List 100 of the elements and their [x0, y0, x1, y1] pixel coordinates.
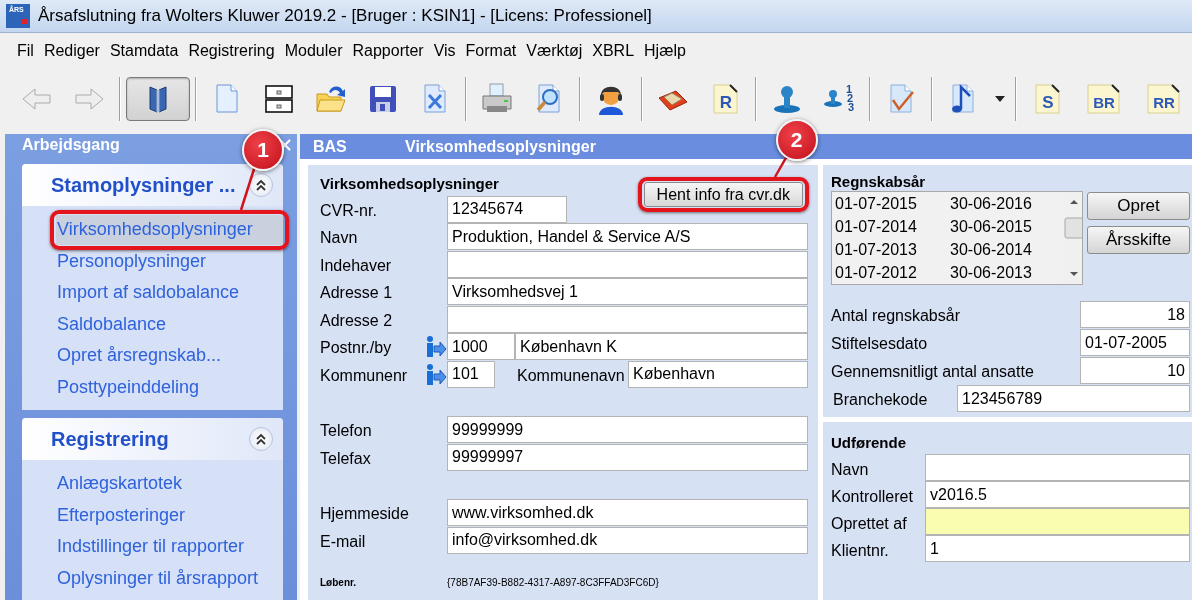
list-cell-text: 30-06-2016 [949, 194, 1033, 213]
field-label: Kommunenr [320, 366, 409, 386]
input-field[interactable]: København K [515, 333, 808, 360]
field-label: Branchekode [832, 391, 929, 410]
field-label: Antal regnskabsår [831, 307, 961, 326]
menu-item[interactable]: Vis [428, 42, 461, 60]
list-cell-text: 01-07-2015 [834, 194, 918, 213]
leader-line [772, 156, 789, 177]
input-field[interactable]: 1000 [447, 333, 515, 360]
field-label: Navn [320, 229, 359, 248]
input-field[interactable]: 99999999 [447, 416, 808, 443]
collapse-button[interactable] [249, 173, 273, 197]
menu-item[interactable]: Værktøj [521, 42, 588, 60]
sidebar-link[interactable]: Posttypeinddeling [56, 372, 283, 402]
list-cell-text: 30-06-2014 [949, 240, 1033, 259]
callout-badge: 2 [775, 119, 818, 161]
field-label: Stiftelsesdato [831, 335, 929, 354]
input-field[interactable]: 1 [925, 535, 1190, 562]
caret-icon [995, 96, 1005, 102]
field-label: Navn [831, 461, 870, 480]
collapse-button[interactable] [249, 427, 273, 451]
chevron-up-icon [255, 179, 267, 191]
list-cell-text: 01-07-2012 [834, 263, 918, 282]
sidebar-link[interactable]: Personoplysninger [56, 246, 283, 276]
input-field[interactable]: v2016.5 [925, 481, 1190, 508]
input-field[interactable]: 10 [1080, 357, 1190, 384]
input-field[interactable]: 101 [447, 360, 495, 388]
menu-item[interactable]: Stamdata [104, 42, 184, 60]
field-label: CVR-nr. [320, 201, 378, 221]
field-label: Hjemmeside [320, 505, 410, 524]
input-field[interactable]: 123456789 [957, 385, 1190, 412]
input-field[interactable]: 01-07-2005 [1080, 329, 1190, 356]
sidebar-link[interactable]: Anlægskartotek [56, 469, 283, 499]
field-label: Postnr./by [320, 339, 393, 358]
sidebar-link[interactable]: Opret årsregnskab... [56, 341, 283, 371]
section-title: Regnskabsår [831, 173, 927, 191]
toolbar-button[interactable]: RR [1134, 77, 1192, 121]
list-cell-text: 01-07-2013 [834, 240, 918, 259]
sidebar-link[interactable]: Saldobalance [56, 309, 283, 339]
input-field[interactable]: info@virksomhed.dk [447, 526, 808, 554]
callout-badge: 1 [242, 129, 284, 171]
input-field[interactable] [925, 454, 1190, 481]
menu-item[interactable]: Hjælp [639, 42, 691, 60]
panel-title: Arbejdsgang [22, 136, 120, 154]
input-field[interactable] [925, 508, 1190, 535]
field-label: Gennemsnitligt antal ansatte [831, 363, 1035, 382]
input-field[interactable]: 18 [1080, 301, 1190, 328]
field-label: Adresse 1 [320, 284, 394, 303]
field-label: Telefon [320, 422, 373, 441]
field-label: Telefax [320, 449, 372, 469]
toolbar-button[interactable]: BR [1074, 77, 1132, 121]
input-field[interactable] [447, 305, 808, 333]
list-cell-text: 30-06-2015 [949, 217, 1033, 236]
input-field[interactable] [447, 250, 808, 278]
menu-item[interactable]: Format [460, 42, 522, 60]
menu-item[interactable]: Registrering [183, 42, 280, 60]
input-field[interactable]: Produktion, Handel & Service A/S [447, 223, 808, 250]
field-label: Adresse 2 [320, 311, 394, 331]
list-cell-text: 30-06-2013 [949, 263, 1033, 282]
field-label: Oprettet af [831, 515, 908, 534]
toolbar-button[interactable]: S [1022, 77, 1072, 121]
leader-line [239, 166, 257, 210]
list-row[interactable]: 01-07-2013 30-06-2014 [832, 238, 1062, 261]
sidebar-link[interactable]: Import af saldobalance [56, 278, 283, 308]
module-tag: BAS [313, 137, 405, 156]
sidebar-link[interactable]: Oplysninger til årsrapport [56, 563, 283, 593]
input-field[interactable]: Virksomhedsvej 1 [447, 278, 808, 305]
input-field[interactable]: 12345674 [447, 195, 567, 223]
toolbar-button[interactable] [126, 77, 190, 121]
list-row[interactable]: 01-07-2014 30-06-2015 [832, 215, 1062, 238]
fetch-button[interactable]: Hent info fra cvr.dk [643, 182, 803, 207]
list-row[interactable]: 01-07-2012 30-06-2013 [832, 261, 1062, 284]
menu-item[interactable]: Fil [12, 42, 39, 60]
chevron-up-icon [255, 433, 267, 445]
menu-item[interactable]: Rediger [38, 42, 105, 60]
action-button[interactable]: Årsskifte [1087, 226, 1190, 254]
toolbar-button[interactable]: 123 [814, 77, 864, 121]
serial-number: {78B7AF39-B882-4317-A897-8C3FFAD3FC6D} [447, 576, 659, 588]
section-title: Virksomhedsoplysninger [320, 175, 499, 192]
sidebar-link[interactable]: Efterposteringer [56, 500, 283, 530]
menu-item[interactable]: Moduler [279, 42, 348, 60]
field-label: E-mail [320, 532, 367, 552]
action-button[interactable]: Opret [1087, 192, 1190, 220]
field-label: Indehaver [320, 256, 393, 276]
toolbar-button[interactable]: R [700, 77, 750, 121]
input-field[interactable]: www.virksomhed.dk [447, 499, 808, 526]
field-label: Kontrolleret [831, 488, 914, 507]
field-label: Klientnr. [831, 542, 890, 561]
input-field[interactable]: 99999997 [447, 443, 808, 471]
field-label: Løbenr. [320, 576, 358, 588]
window-title: Årsafslutning fra Wolters Kluwer 2019.2 - [Bruger : KSIN1] - [Licens: Professionel] [38, 6, 652, 26]
menu-item[interactable]: Rapporter [347, 42, 429, 60]
section-title: Udførende [831, 434, 907, 453]
list-cell-text: 01-07-2014 [834, 217, 918, 236]
drawer-cabinet-icon [262, 82, 296, 116]
list-row[interactable]: 01-07-2015 30-06-2016 [832, 192, 1062, 215]
sidebar-link[interactable]: Indstillinger til rapporter [56, 532, 283, 562]
menu-item[interactable]: XBRL [587, 42, 640, 60]
input-field[interactable]: København [628, 360, 808, 388]
page-title: Virksomhedsoplysninger [405, 137, 596, 156]
